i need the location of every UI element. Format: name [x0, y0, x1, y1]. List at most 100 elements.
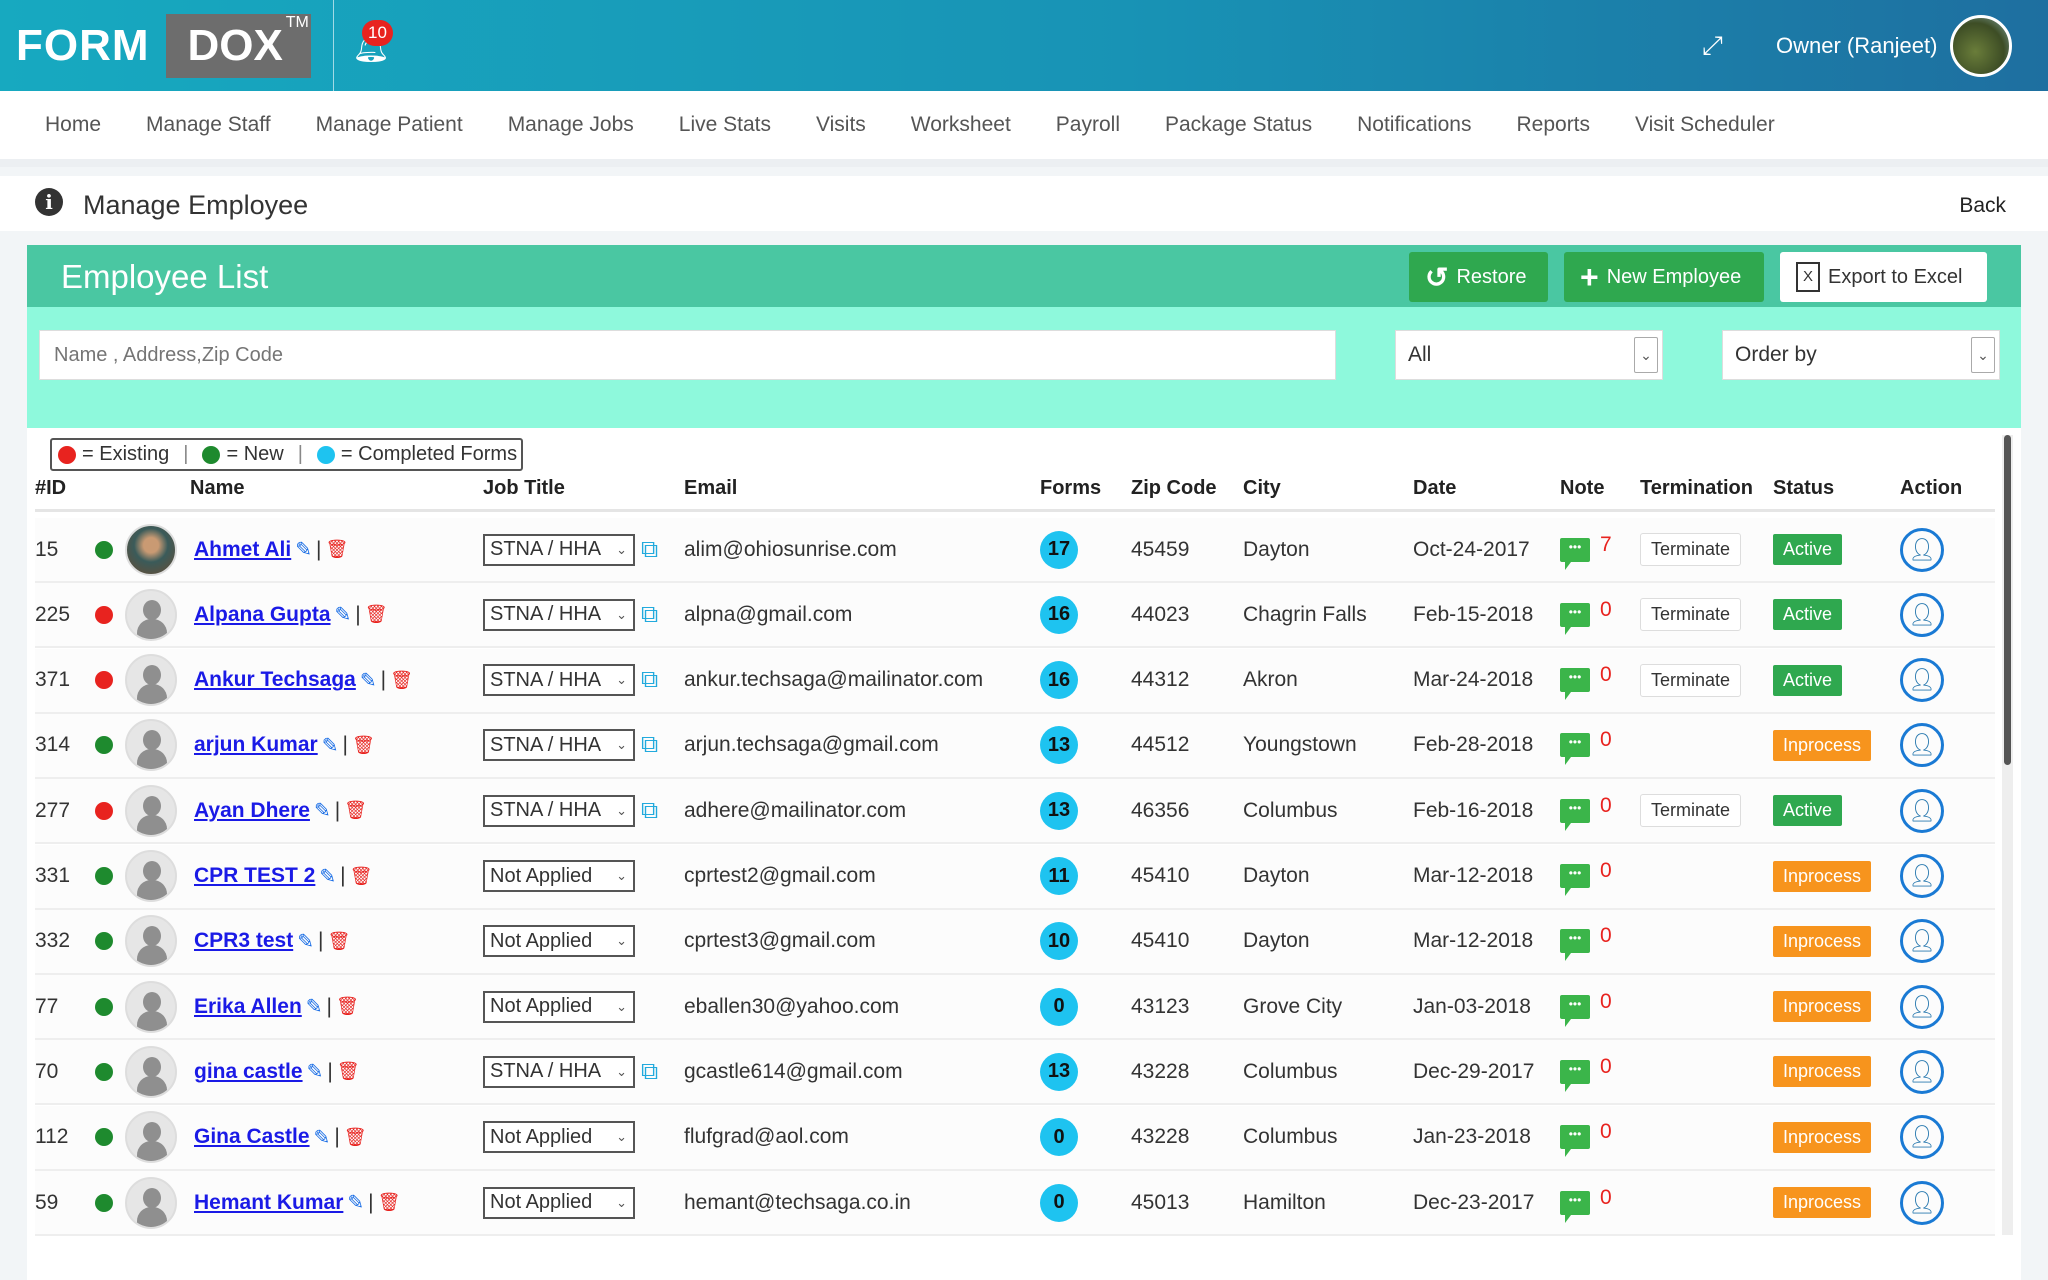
external-link-icon[interactable]: ⧉ — [641, 797, 658, 825]
employee-name-link[interactable]: Ahmet Ali — [194, 538, 291, 562]
forms-badge[interactable]: 11 — [1040, 857, 1078, 895]
user-action-icon[interactable]: 👤︎ — [1900, 919, 1944, 964]
user-action-icon[interactable]: 👤︎ — [1900, 723, 1944, 768]
edit-icon[interactable]: ✎ — [314, 798, 331, 823]
comment-icon[interactable]: ••• — [1560, 733, 1590, 766]
forms-badge[interactable]: 13 — [1040, 726, 1078, 765]
user-action-icon[interactable]: 👤︎ — [1900, 592, 1944, 637]
employee-name-link[interactable]: gina castle — [194, 1060, 303, 1084]
forms-badge[interactable]: 16 — [1040, 661, 1078, 700]
forms-badge[interactable]: 17 — [1040, 530, 1078, 569]
order-by-select[interactable]: Order by ⌄ — [1722, 330, 2000, 380]
nav-item-manage-jobs[interactable]: Manage Jobs — [508, 113, 634, 137]
job-title-select[interactable]: Not Applied ⌄ — [483, 925, 635, 958]
nav-item-visit-scheduler[interactable]: Visit Scheduler — [1635, 113, 1775, 137]
employee-name-link[interactable]: Alpana Gupta — [194, 603, 331, 627]
forms-badge[interactable]: 0 — [1040, 1183, 1078, 1222]
trash-icon[interactable]: 🗑︎ — [352, 735, 375, 756]
employee-name-link[interactable]: CPR TEST 2 — [194, 864, 315, 888]
terminate-button[interactable]: Terminate — [1640, 794, 1742, 828]
forms-badge[interactable]: 0 — [1040, 987, 1078, 1026]
user-action-icon[interactable]: 👤︎ — [1900, 1180, 1944, 1225]
user-action-icon[interactable]: 👤︎ — [1900, 788, 1944, 833]
user-avatar[interactable] — [1950, 15, 2012, 77]
nav-item-manage-staff[interactable]: Manage Staff — [146, 113, 271, 137]
comment-icon[interactable]: ••• — [1560, 668, 1590, 701]
employee-name-link[interactable]: arjun Kumar — [194, 733, 318, 757]
trash-icon[interactable]: 🗑︎ — [337, 1061, 360, 1082]
job-title-select[interactable]: Not Applied ⌄ — [483, 1121, 635, 1154]
comment-icon[interactable]: ••• — [1560, 1125, 1590, 1158]
employee-name-link[interactable]: CPR3 test — [194, 929, 293, 953]
job-title-select[interactable]: STNA / HHA ⌄ — [483, 729, 635, 762]
user-action-icon[interactable]: 👤︎ — [1900, 854, 1944, 898]
formdox-logo[interactable]: FORM DOX TM — [16, 14, 311, 78]
trash-icon[interactable]: 🗑︎ — [365, 604, 388, 625]
edit-icon[interactable]: ✎ — [322, 733, 339, 758]
nav-item-live-stats[interactable]: Live Stats — [679, 113, 771, 137]
external-link-icon[interactable]: ⧉ — [641, 536, 658, 564]
external-link-icon[interactable]: ⧉ — [641, 601, 658, 629]
job-title-select[interactable]: Not Applied ⌄ — [483, 990, 635, 1023]
nav-item-manage-patient[interactable]: Manage Patient — [316, 113, 463, 137]
user-action-icon[interactable]: 👤︎ — [1900, 1115, 1944, 1160]
forms-badge[interactable]: 16 — [1040, 595, 1078, 634]
employee-name-link[interactable]: Gina Castle — [194, 1125, 310, 1149]
trash-icon[interactable]: 🗑︎ — [350, 866, 373, 887]
comment-icon[interactable]: ••• — [1560, 864, 1590, 896]
nav-item-payroll[interactable]: Payroll — [1056, 113, 1120, 137]
user-action-icon[interactable]: 👤︎ — [1900, 527, 1944, 572]
trash-icon[interactable]: 🗑︎ — [390, 670, 413, 691]
terminate-button[interactable]: Terminate — [1640, 533, 1742, 566]
job-title-select[interactable]: Not Applied ⌄ — [483, 860, 635, 892]
comment-icon[interactable]: ••• — [1560, 537, 1590, 570]
employee-name-link[interactable]: Ayan Dhere — [194, 799, 310, 823]
trash-icon[interactable]: 🗑︎ — [344, 1127, 367, 1148]
employee-name-link[interactable]: Erika Allen — [194, 995, 302, 1019]
nav-item-package-status[interactable]: Package Status — [1165, 113, 1312, 137]
comment-icon[interactable]: ••• — [1560, 929, 1590, 962]
trash-icon[interactable]: 🗑︎ — [378, 1192, 401, 1213]
export-excel-button[interactable]: X Export to Excel — [1780, 252, 1987, 302]
forms-badge[interactable]: 0 — [1040, 1118, 1078, 1157]
nav-item-worksheet[interactable]: Worksheet — [911, 113, 1011, 137]
user-name[interactable]: Owner (Ranjeet) — [1776, 33, 1937, 59]
external-link-icon[interactable]: ⧉ — [641, 1058, 658, 1086]
forms-badge[interactable]: 10 — [1040, 922, 1078, 961]
fullscreen-icon[interactable]: ⤢ — [1702, 30, 1723, 62]
search-input[interactable] — [39, 330, 1336, 380]
employee-name-link[interactable]: Ankur Techsaga — [194, 668, 356, 692]
edit-icon[interactable]: ✎ — [360, 668, 377, 693]
nav-item-home[interactable]: Home — [45, 113, 101, 137]
user-action-icon[interactable]: 👤︎ — [1900, 1049, 1944, 1094]
job-title-select[interactable]: STNA / HHA ⌄ — [483, 533, 635, 566]
employee-name-link[interactable]: Hemant Kumar — [194, 1191, 343, 1215]
trash-icon[interactable]: 🗑︎ — [325, 539, 348, 560]
edit-icon[interactable]: ✎ — [314, 1125, 331, 1150]
edit-icon[interactable]: ✎ — [319, 864, 336, 889]
job-title-select[interactable]: Not Applied ⌄ — [483, 1186, 635, 1219]
external-link-icon[interactable]: ⧉ — [641, 731, 658, 759]
nav-item-visits[interactable]: Visits — [816, 113, 866, 137]
job-title-select[interactable]: STNA / HHA ⌄ — [483, 664, 635, 697]
job-title-select[interactable]: STNA / HHA ⌄ — [483, 1055, 635, 1088]
terminate-button[interactable]: Terminate — [1640, 663, 1742, 697]
new-employee-button[interactable]: + New Employee — [1564, 252, 1764, 302]
edit-icon[interactable]: ✎ — [295, 537, 312, 562]
external-link-icon[interactable]: ⧉ — [641, 666, 658, 694]
trash-icon[interactable]: 🗑︎ — [344, 800, 367, 821]
info-icon[interactable]: i — [35, 188, 63, 216]
user-action-icon[interactable]: 👤︎ — [1900, 658, 1944, 703]
notification-badge[interactable]: 10 — [362, 20, 393, 46]
type-filter-select[interactable]: All ⌄ — [1395, 330, 1663, 380]
comment-icon[interactable]: ••• — [1560, 994, 1590, 1027]
nav-item-reports[interactable]: Reports — [1516, 113, 1590, 137]
comment-icon[interactable]: ••• — [1560, 1059, 1590, 1092]
forms-badge[interactable]: 13 — [1040, 791, 1078, 830]
edit-icon[interactable]: ✎ — [307, 1059, 324, 1084]
edit-icon[interactable]: ✎ — [347, 1190, 364, 1215]
restore-button[interactable]: ↺ Restore — [1409, 252, 1548, 302]
edit-icon[interactable]: ✎ — [297, 929, 314, 954]
edit-icon[interactable]: ✎ — [306, 994, 323, 1019]
nav-item-notifications[interactable]: Notifications — [1357, 113, 1471, 137]
